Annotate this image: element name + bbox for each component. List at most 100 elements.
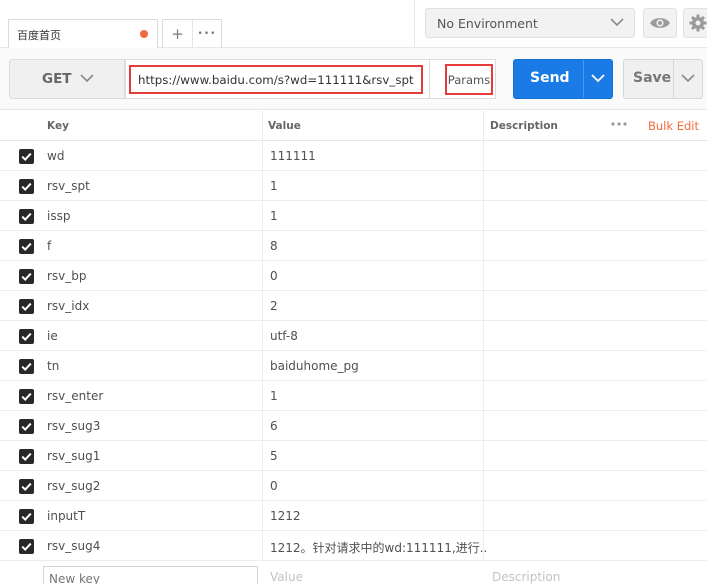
row-enabled-checkbox[interactable] bbox=[19, 359, 34, 374]
param-value[interactable]: 2 bbox=[270, 299, 278, 313]
save-label: Save bbox=[633, 70, 672, 86]
checkmark-icon bbox=[21, 512, 32, 522]
column-divider bbox=[262, 531, 263, 560]
chevron-down-icon[interactable] bbox=[681, 74, 695, 83]
param-key[interactable]: tn bbox=[47, 359, 59, 373]
row-enabled-checkbox[interactable] bbox=[19, 209, 34, 224]
column-divider bbox=[483, 441, 484, 470]
column-divider bbox=[262, 171, 263, 200]
unsaved-dot-icon bbox=[140, 30, 148, 38]
eye-icon bbox=[650, 18, 670, 28]
method-select[interactable]: GET bbox=[9, 59, 125, 99]
more-dots-icon[interactable] bbox=[611, 122, 627, 126]
column-divider bbox=[262, 411, 263, 440]
param-value[interactable]: 6 bbox=[270, 419, 278, 433]
param-value[interactable]: 0 bbox=[270, 269, 278, 283]
new-key-input[interactable] bbox=[43, 566, 258, 584]
column-divider bbox=[262, 231, 263, 260]
table-row: rsv_sug4 1212。针对请求中的wd:111111,进行.. bbox=[0, 531, 707, 561]
param-key[interactable]: rsv_sug1 bbox=[47, 449, 100, 463]
tab-more-button[interactable]: ••• bbox=[191, 20, 221, 48]
param-key[interactable]: rsv_spt bbox=[47, 179, 90, 193]
environment-selected: No Environment bbox=[437, 16, 538, 31]
param-key[interactable]: rsv_bp bbox=[47, 269, 87, 283]
add-tab-button[interactable]: + bbox=[163, 20, 192, 48]
checkmark-icon bbox=[21, 362, 32, 372]
table-row: rsv_enter 1 bbox=[0, 381, 707, 411]
param-value[interactable]: 111111 bbox=[270, 149, 316, 163]
column-divider bbox=[483, 411, 484, 440]
more-dots-icon: ••• bbox=[197, 29, 217, 39]
param-key[interactable]: f bbox=[47, 239, 51, 253]
row-enabled-checkbox[interactable] bbox=[19, 389, 34, 404]
param-key[interactable]: rsv_sug3 bbox=[47, 419, 100, 433]
params-container: Params bbox=[430, 59, 496, 99]
checkmark-icon bbox=[21, 182, 32, 192]
row-enabled-checkbox[interactable] bbox=[19, 539, 34, 554]
method-label: GET bbox=[42, 71, 72, 87]
table-row: inputT 1212 bbox=[0, 501, 707, 531]
top-bar: 百度首页 + ••• No Environment bbox=[0, 0, 707, 48]
param-value[interactable]: 5 bbox=[270, 449, 278, 463]
param-key[interactable]: issp bbox=[47, 209, 70, 223]
new-description-placeholder[interactable]: Description bbox=[492, 570, 560, 584]
url-container bbox=[125, 59, 430, 99]
column-divider bbox=[262, 441, 263, 470]
chevron-down-icon bbox=[610, 18, 624, 27]
param-value[interactable]: 8 bbox=[270, 239, 278, 253]
param-value[interactable]: 1212 bbox=[270, 509, 301, 523]
checkmark-icon bbox=[21, 302, 32, 312]
environment-quick-look-button[interactable] bbox=[643, 8, 677, 38]
row-enabled-checkbox[interactable] bbox=[19, 149, 34, 164]
row-enabled-checkbox[interactable] bbox=[19, 179, 34, 194]
new-value-placeholder[interactable]: Value bbox=[270, 570, 303, 584]
row-enabled-checkbox[interactable] bbox=[19, 269, 34, 284]
param-key[interactable]: ie bbox=[47, 329, 58, 343]
environment-select[interactable]: No Environment bbox=[425, 8, 635, 38]
param-value[interactable]: 1 bbox=[270, 389, 278, 403]
table-row: rsv_bp 0 bbox=[0, 261, 707, 291]
param-value[interactable]: 1 bbox=[270, 209, 278, 223]
table-row: rsv_sug3 6 bbox=[0, 411, 707, 441]
row-enabled-checkbox[interactable] bbox=[19, 419, 34, 434]
checkmark-icon bbox=[21, 332, 32, 342]
settings-button[interactable] bbox=[683, 8, 707, 38]
param-key[interactable]: rsv_sug2 bbox=[47, 479, 100, 493]
row-enabled-checkbox[interactable] bbox=[19, 329, 34, 344]
request-tab[interactable]: 百度首页 bbox=[8, 19, 158, 48]
column-header-key: Key bbox=[47, 120, 69, 132]
row-enabled-checkbox[interactable] bbox=[19, 299, 34, 314]
param-value[interactable]: 1 bbox=[270, 179, 278, 193]
param-value[interactable]: 0 bbox=[270, 479, 278, 493]
row-enabled-checkbox[interactable] bbox=[19, 239, 34, 254]
url-input[interactable] bbox=[129, 65, 423, 94]
row-enabled-checkbox[interactable] bbox=[19, 449, 34, 464]
param-key[interactable]: rsv_enter bbox=[47, 389, 103, 403]
param-value[interactable]: baiduhome_pg bbox=[270, 359, 359, 373]
param-key[interactable]: inputT bbox=[47, 509, 85, 523]
checkmark-icon bbox=[21, 482, 32, 492]
param-key[interactable]: rsv_idx bbox=[47, 299, 89, 313]
checkmark-icon bbox=[21, 452, 32, 462]
column-divider bbox=[483, 531, 484, 560]
params-button[interactable]: Params bbox=[445, 64, 493, 95]
table-row: issp 1 bbox=[0, 201, 707, 231]
param-value[interactable]: 1212。针对请求中的wd:111111,进行.. bbox=[270, 539, 487, 556]
checkmark-icon bbox=[21, 242, 32, 252]
column-divider bbox=[483, 111, 484, 141]
row-enabled-checkbox[interactable] bbox=[19, 479, 34, 494]
table-row: tn baiduhome_pg bbox=[0, 351, 707, 381]
new-param-row: Value Description bbox=[0, 562, 707, 584]
table-row: ie utf-8 bbox=[0, 321, 707, 351]
save-button[interactable]: Save bbox=[623, 59, 703, 99]
params-table-header: Key Value Description Bulk Edit bbox=[0, 111, 707, 141]
bulk-edit-link[interactable]: Bulk Edit bbox=[648, 119, 699, 133]
column-divider bbox=[483, 171, 484, 200]
row-enabled-checkbox[interactable] bbox=[19, 509, 34, 524]
column-divider bbox=[262, 381, 263, 410]
param-key[interactable]: rsv_sug4 bbox=[47, 539, 100, 553]
chevron-down-icon[interactable] bbox=[591, 74, 605, 83]
param-key[interactable]: wd bbox=[47, 149, 64, 163]
send-button[interactable]: Send bbox=[513, 59, 613, 99]
param-value[interactable]: utf-8 bbox=[270, 329, 298, 343]
